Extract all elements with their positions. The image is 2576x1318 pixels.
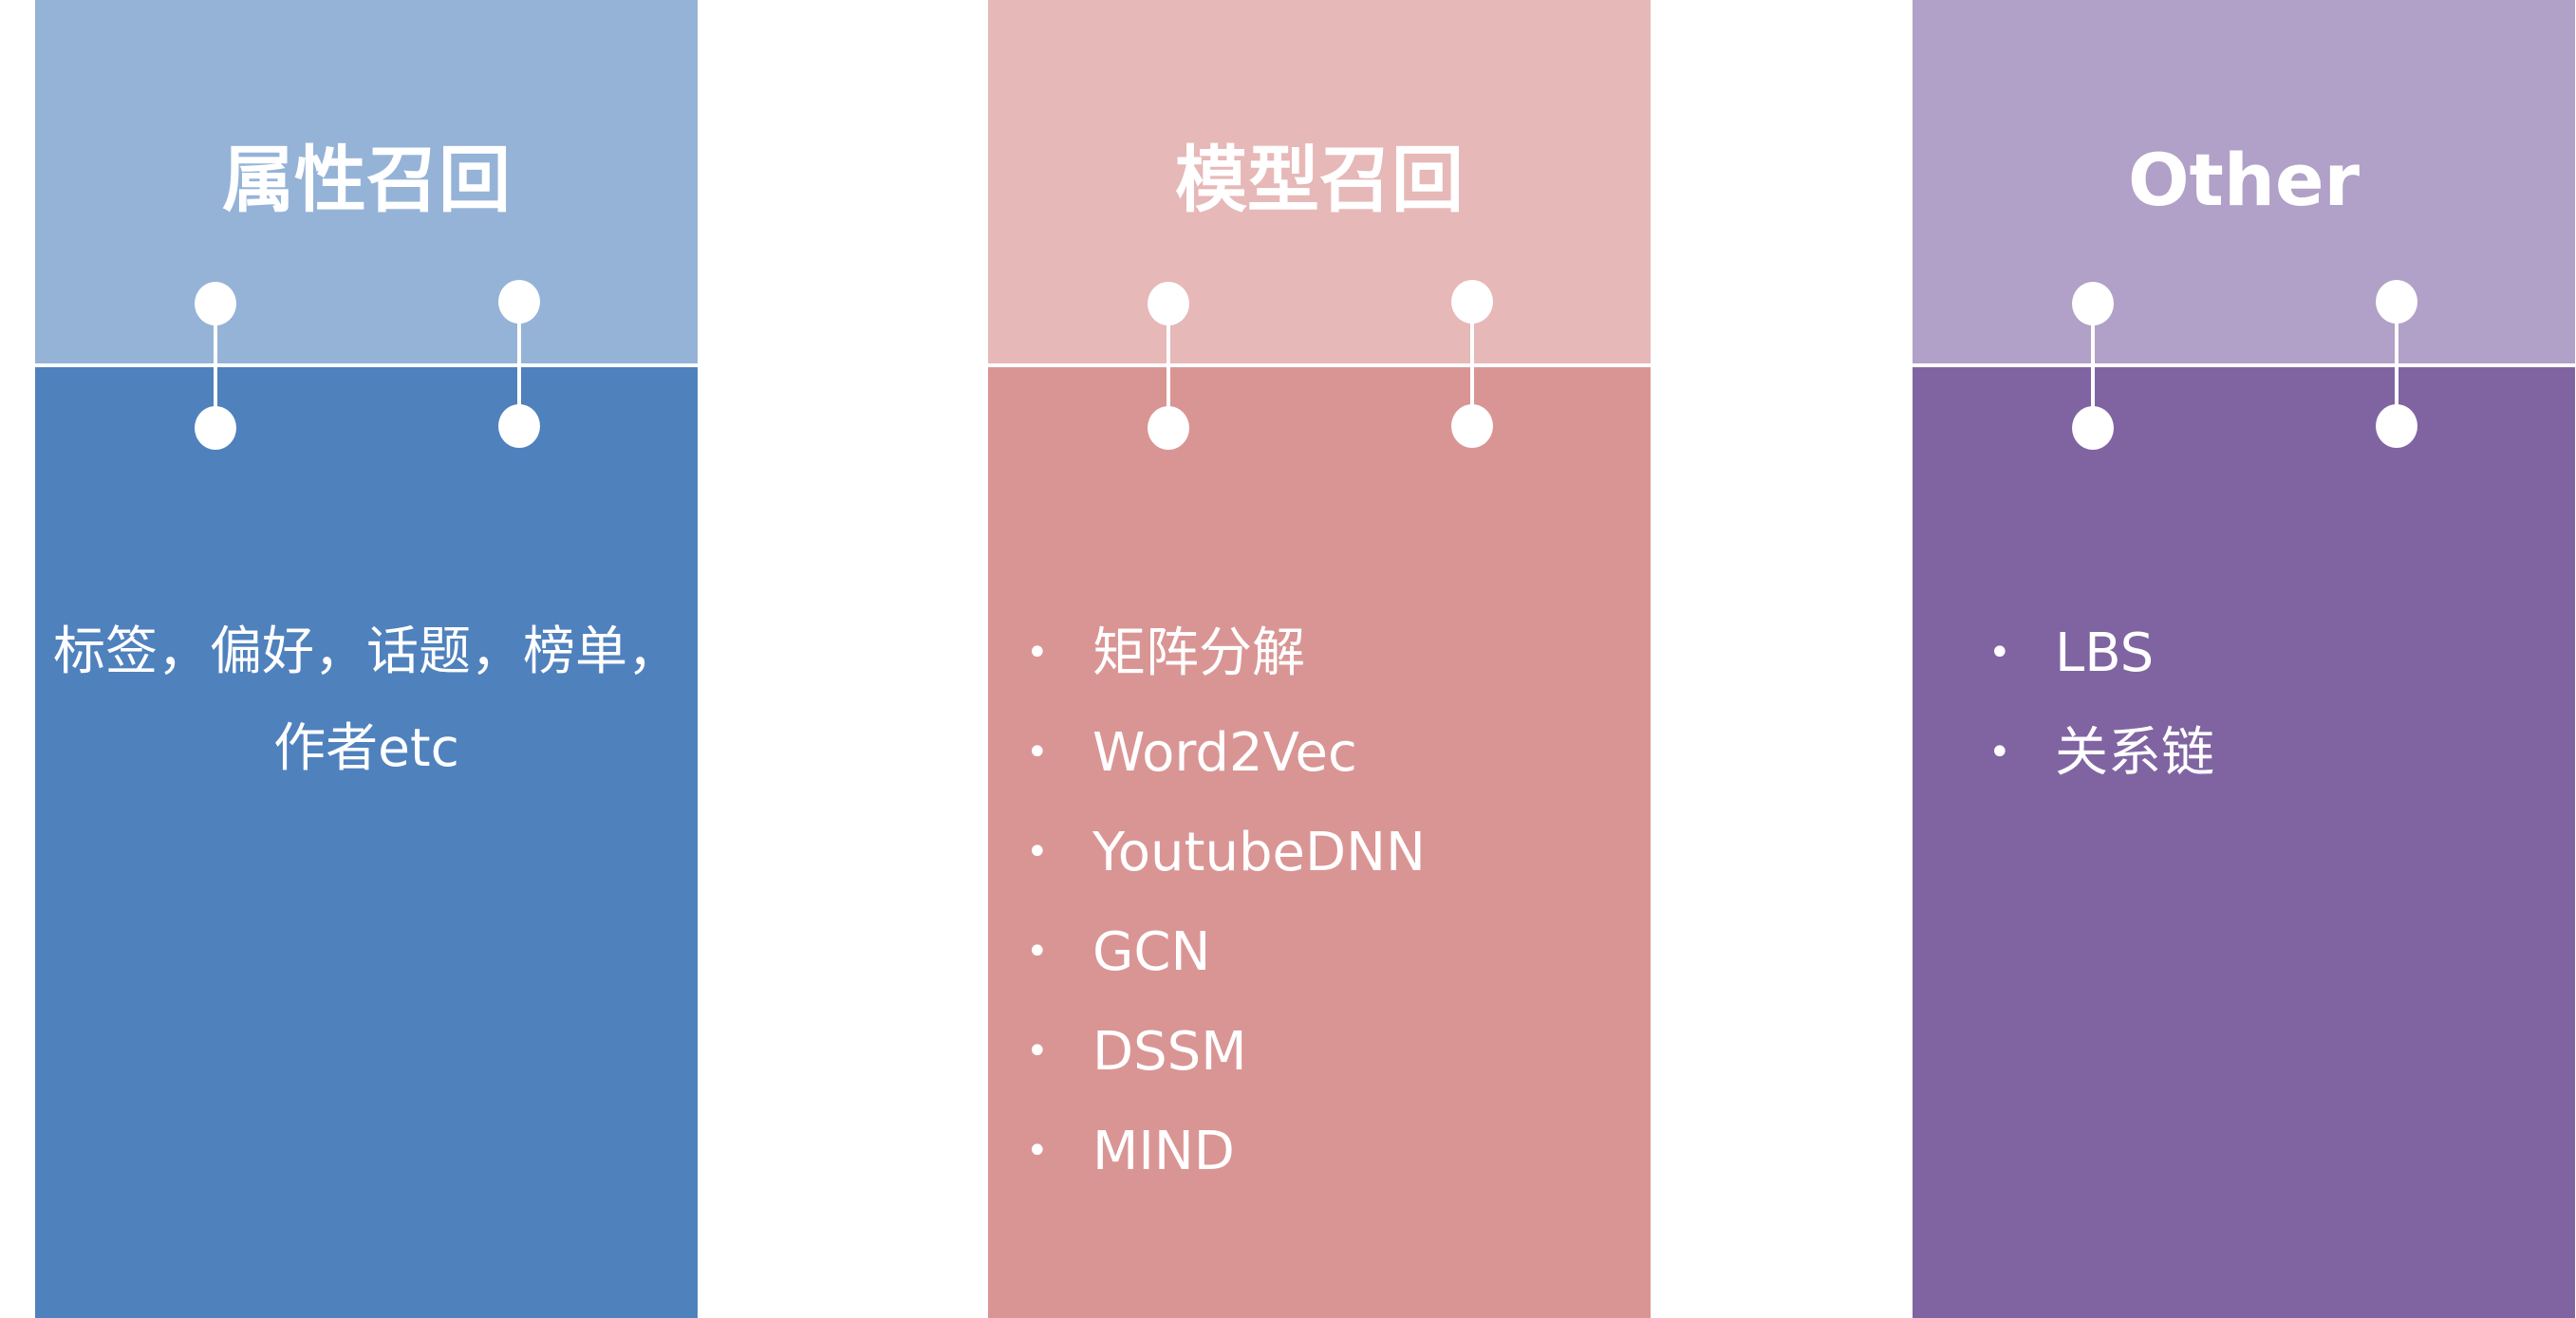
list-item-label: DSSM [1092, 1021, 1247, 1083]
list-item: • Word2Vec [1026, 703, 1426, 803]
list-item-label: YoutubeDNN [1092, 822, 1426, 883]
column-description: 标签，偏好，话题，榜单， 作者etc [52, 621, 680, 778]
list-item-label: Word2Vec [1092, 722, 1357, 784]
list-item-label: LBS [2055, 622, 2155, 684]
bullet-icon: • [1026, 1129, 1049, 1173]
list-item-label: MIND [1092, 1121, 1235, 1182]
column-body-panel [1913, 367, 2575, 1318]
list-item-label: GCN [1092, 921, 1211, 983]
column-title: Other [2127, 138, 2361, 222]
recall-strategies-diagram: 属性召回 标签，偏好，话题，榜单， 作者etc 模型召回 • 矩阵分解 • Word… [0, 0, 2576, 1318]
list-item: • GCN [1026, 902, 1426, 1002]
column-attribute-recall: 属性召回 标签，偏好，话题，榜单， 作者etc [35, 0, 698, 1318]
column-model-recall: 模型召回 • 矩阵分解 • Word2Vec • YoutubeDNN • GCN • D… [988, 0, 1651, 1318]
column-item-list: • 矩阵分解 • Word2Vec • YoutubeDNN • GCN • DSSM •… [1026, 603, 1426, 1201]
list-item: • DSSM [1026, 1002, 1426, 1102]
column-other: Other • LBS • 关系链 [1913, 0, 2575, 1318]
bullet-icon: • [1026, 930, 1049, 974]
list-item: • MIND [1026, 1102, 1426, 1201]
bullet-icon: • [1026, 1030, 1049, 1073]
list-item: • YoutubeDNN [1026, 803, 1426, 902]
column-title: 属性召回 [222, 138, 511, 222]
list-item-label: 关系链 [2055, 722, 2214, 784]
list-item: • 关系链 [1988, 703, 2214, 803]
column-body-panel [35, 367, 698, 1318]
list-item-label: 矩阵分解 [1092, 622, 1305, 684]
bullet-icon: • [1026, 731, 1049, 774]
column-title: 模型召回 [1175, 138, 1464, 222]
bullet-icon: • [1988, 731, 2011, 774]
list-item: • LBS [1988, 603, 2214, 703]
bullet-icon: • [1026, 830, 1049, 874]
column-item-list: • LBS • 关系链 [1988, 603, 2214, 803]
bullet-icon: • [1988, 631, 2011, 675]
bullet-icon: • [1026, 631, 1049, 675]
list-item: • 矩阵分解 [1026, 603, 1426, 703]
